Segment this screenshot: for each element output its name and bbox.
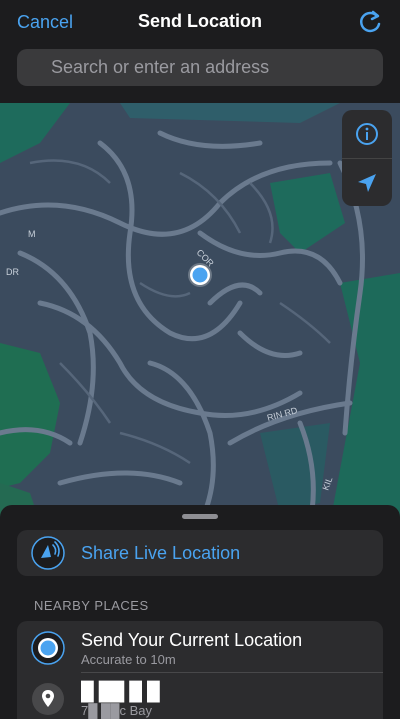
bottom-sheet: Share Live Location NEARBY PLACES Send Y… — [0, 505, 400, 719]
map-controls — [342, 110, 392, 206]
nav-header: Cancel Send Location — [0, 0, 400, 48]
live-location-icon — [31, 536, 65, 570]
search-bar[interactable] — [17, 49, 383, 86]
share-live-location-label: Share Live Location — [81, 543, 241, 563]
search-input[interactable] — [51, 49, 371, 86]
place-subtitle: Accurate to 10m — [81, 652, 176, 667]
nearby-places-list: Send Your Current Location Accurate to 1… — [17, 621, 383, 719]
refresh-icon[interactable] — [356, 8, 384, 36]
place-subtitle: 7█ ██c Bay — [81, 703, 152, 718]
info-icon — [356, 123, 378, 145]
place-title: █ ██ █ █ — [81, 681, 160, 701]
share-live-location-button[interactable]: Share Live Location — [17, 530, 383, 576]
map-info-button[interactable] — [342, 110, 392, 158]
current-location-dot — [192, 267, 208, 283]
street-label-dr: DR — [6, 267, 19, 277]
map-canvas: DR COR RIN RD KIL M — [0, 103, 400, 523]
sheet-grabber[interactable] — [182, 514, 218, 519]
list-item-nearby-place[interactable]: █ ██ █ █ 7█ ██c Bay — [17, 672, 383, 719]
list-item-current-location[interactable]: Send Your Current Location Accurate to 1… — [17, 621, 383, 673]
location-arrow-icon — [358, 174, 376, 192]
map-view[interactable]: DR COR RIN RD KIL M — [0, 103, 400, 523]
street-label-m: M — [28, 229, 36, 239]
map-pin-icon — [32, 683, 64, 715]
place-title: Send Your Current Location — [81, 630, 303, 650]
nearby-places-header: NEARBY PLACES — [34, 598, 149, 613]
track-location-button[interactable] — [342, 159, 392, 207]
page-title: Send Location — [137, 11, 262, 31]
current-location-icon — [31, 631, 65, 665]
